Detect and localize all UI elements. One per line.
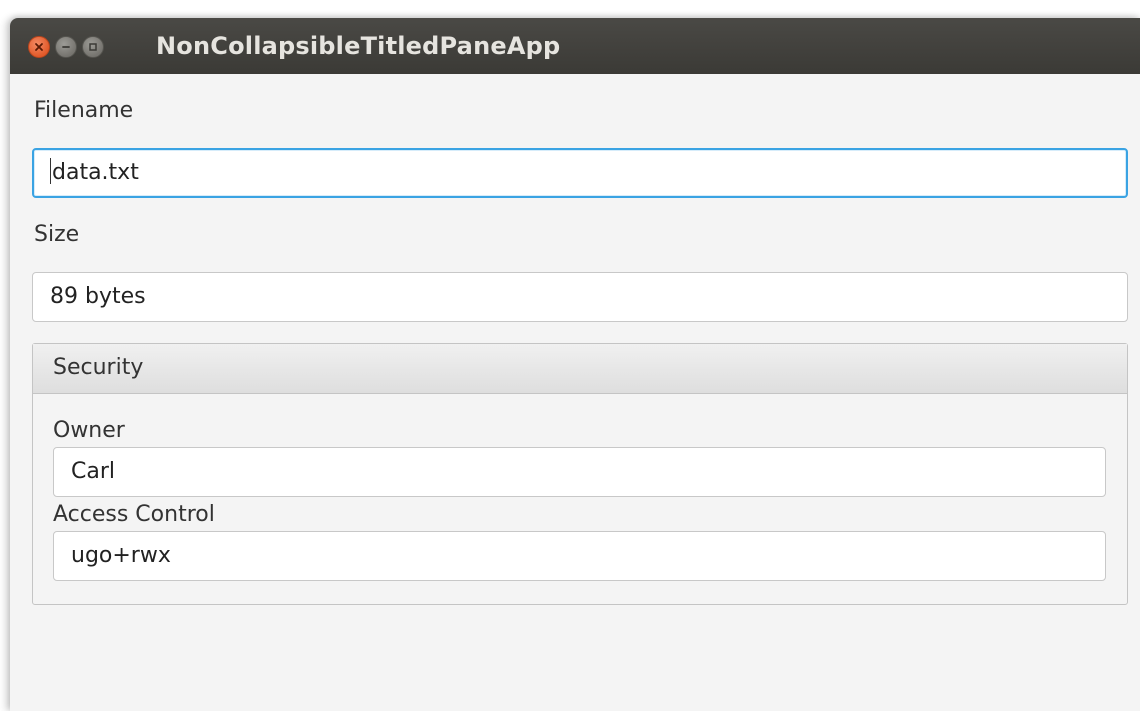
filename-field[interactable]: data.txt — [32, 148, 1128, 198]
owner-value: Carl — [71, 459, 115, 484]
app-window: NonCollapsibleTitledPaneApp Filename dat… — [10, 18, 1140, 711]
filename-value: data.txt — [52, 160, 139, 185]
size-field[interactable]: 89 bytes — [32, 272, 1128, 322]
minimize-icon — [62, 46, 70, 48]
close-button[interactable] — [28, 36, 50, 58]
filename-label: Filename — [34, 98, 134, 123]
access-control-label: Access Control — [53, 502, 215, 527]
access-control-field[interactable]: ugo+rwx — [53, 531, 1106, 581]
security-titled-pane: Security Owner Carl Access Control ugo+r… — [32, 343, 1128, 605]
maximize-button[interactable] — [82, 36, 104, 58]
security-pane-header[interactable]: Security — [33, 344, 1127, 394]
text-caret — [50, 158, 51, 184]
window-title: NonCollapsibleTitledPaneApp — [156, 32, 561, 60]
close-icon — [35, 43, 43, 51]
security-pane-title: Security — [53, 355, 144, 380]
owner-label: Owner — [53, 418, 125, 443]
access-control-value: ugo+rwx — [71, 543, 171, 568]
minimize-button[interactable] — [55, 36, 77, 58]
title-bar[interactable]: NonCollapsibleTitledPaneApp — [10, 18, 1140, 74]
maximize-icon — [89, 43, 97, 51]
security-pane-body: Owner Carl Access Control ugo+rwx — [33, 394, 1127, 604]
owner-field[interactable]: Carl — [53, 447, 1106, 497]
size-label: Size — [34, 222, 80, 247]
size-value: 89 bytes — [50, 284, 146, 309]
